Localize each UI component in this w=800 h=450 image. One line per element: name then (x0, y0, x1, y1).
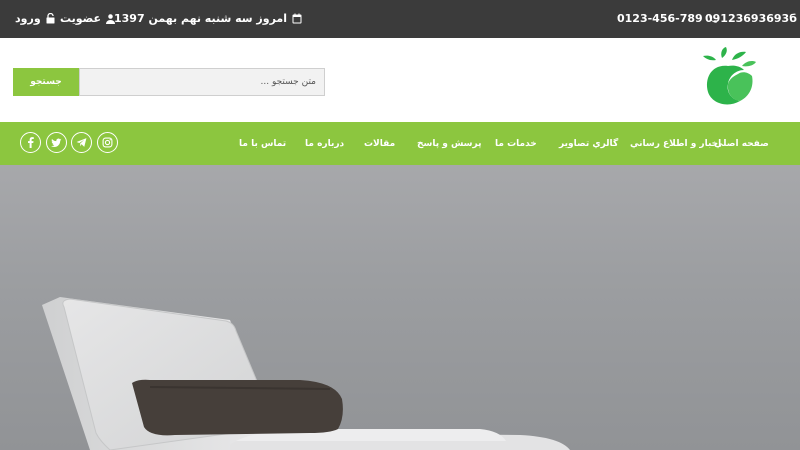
phone-mobile: 09123693693б (705, 12, 797, 25)
nav-item-faq[interactable]: پرسش و پاسخ (417, 139, 482, 149)
hero-banner (0, 165, 800, 450)
nav-item-home[interactable]: صفحه اصلي (714, 139, 769, 149)
register-label: عضويت (60, 12, 102, 25)
nav-item-contact[interactable]: تماس با ما (239, 139, 286, 149)
register-link[interactable]: عضويت (60, 12, 116, 25)
facebook-icon[interactable] (20, 132, 41, 153)
user-icon (106, 13, 116, 24)
phone-landline: 0123-456-789 (617, 12, 718, 25)
nav-item-services[interactable]: خدمات ما (495, 139, 537, 149)
phone-mobile-text: 09123693693б (705, 12, 797, 25)
nav-item-gallery[interactable]: گالري تصاوير (559, 139, 618, 149)
logo[interactable] (698, 46, 758, 108)
login-label: ورود (15, 12, 41, 25)
nav-item-about[interactable]: درباره ما (305, 139, 344, 149)
search-input[interactable] (79, 68, 325, 96)
date-display: امروز سه شنبه نهم بهمن 1397 (114, 12, 302, 25)
calendar-icon (292, 13, 302, 24)
search-button[interactable]: جستجو (13, 68, 79, 96)
phone-landline-text: 0123-456-789 (617, 12, 703, 25)
unlock-icon (46, 13, 55, 24)
header: جستجو (0, 38, 800, 122)
date-text: امروز سه شنبه نهم بهمن 1397 (114, 12, 288, 25)
nav-item-articles[interactable]: مقالات (364, 139, 395, 149)
login-link[interactable]: ورود (15, 12, 55, 25)
twitter-icon[interactable] (46, 132, 67, 153)
telegram-icon[interactable] (71, 132, 92, 153)
main-nav: صفحه اصلي اخبار و اطلاع رساني گالري تصاو… (0, 122, 800, 165)
hero-image (42, 297, 570, 450)
instagram-icon[interactable] (97, 132, 118, 153)
top-bar: 0123-456-789 09123693693б امروز سه شنبه … (0, 0, 800, 38)
nav-item-news[interactable]: اخبار و اطلاع رساني (630, 139, 721, 149)
